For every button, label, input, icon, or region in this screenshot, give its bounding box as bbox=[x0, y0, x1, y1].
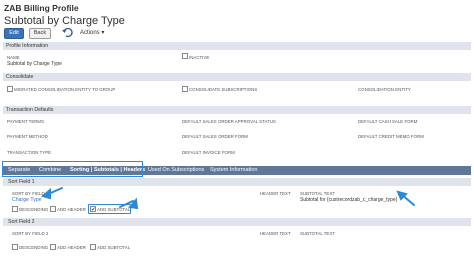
annotation-arrows bbox=[40, 187, 415, 210]
arrowhead-charge-type bbox=[40, 187, 51, 200]
